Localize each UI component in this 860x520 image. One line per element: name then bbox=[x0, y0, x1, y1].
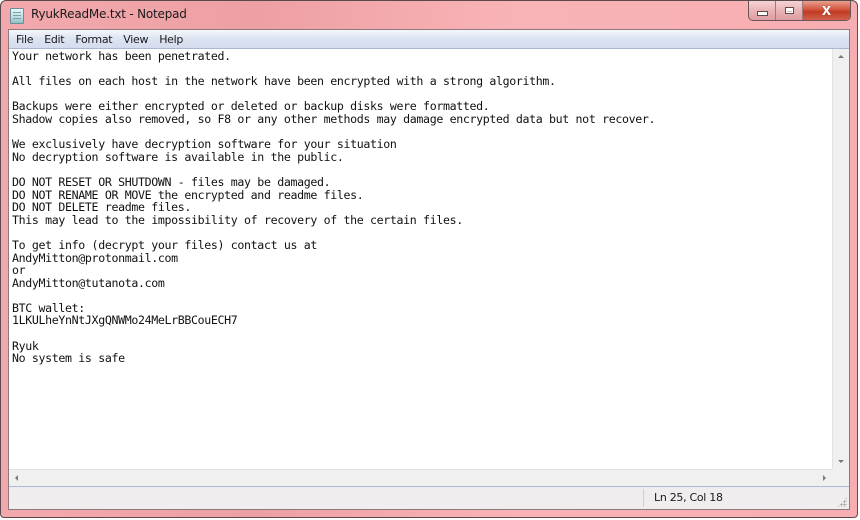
scroll-corner bbox=[832, 469, 849, 486]
client-area: File Edit Format View Help Your network … bbox=[8, 29, 850, 510]
close-icon: X bbox=[821, 3, 832, 18]
title-bar[interactable]: RyukReadMe.txt - Notepad X bbox=[1, 1, 857, 29]
horizontal-scrollbar[interactable] bbox=[9, 469, 832, 486]
menu-file[interactable]: File bbox=[11, 33, 39, 46]
menu-edit[interactable]: Edit bbox=[39, 33, 70, 46]
window-title: RyukReadMe.txt - Notepad bbox=[31, 7, 187, 21]
maximize-button[interactable] bbox=[776, 1, 803, 20]
scroll-right-arrow-icon[interactable] bbox=[823, 475, 826, 481]
vertical-scrollbar[interactable] bbox=[832, 49, 849, 469]
status-divider bbox=[643, 489, 644, 507]
document-text[interactable]: Your network has been penetrated. All fi… bbox=[9, 49, 832, 365]
menu-format[interactable]: Format bbox=[70, 33, 118, 46]
minimize-button[interactable] bbox=[749, 1, 776, 20]
text-editor[interactable]: Your network has been penetrated. All fi… bbox=[9, 49, 832, 469]
minimize-icon bbox=[756, 11, 768, 16]
maximize-icon bbox=[784, 7, 794, 14]
scroll-down-arrow-icon[interactable] bbox=[838, 460, 844, 463]
menu-view[interactable]: View bbox=[118, 33, 154, 46]
notepad-window: RyukReadMe.txt - Notepad X File Edit For… bbox=[0, 0, 858, 518]
caption-buttons: X bbox=[748, 1, 851, 21]
scroll-up-arrow-icon[interactable] bbox=[838, 55, 844, 58]
close-button[interactable]: X bbox=[803, 1, 850, 20]
cursor-position: Ln 25, Col 18 bbox=[654, 491, 723, 504]
status-bar: Ln 25, Col 18 bbox=[9, 486, 849, 509]
menu-bar: File Edit Format View Help bbox=[9, 30, 849, 49]
notepad-icon[interactable] bbox=[10, 8, 24, 24]
scroll-left-arrow-icon[interactable] bbox=[15, 475, 18, 481]
resize-grip-icon[interactable] bbox=[837, 497, 847, 507]
menu-help[interactable]: Help bbox=[154, 33, 189, 46]
